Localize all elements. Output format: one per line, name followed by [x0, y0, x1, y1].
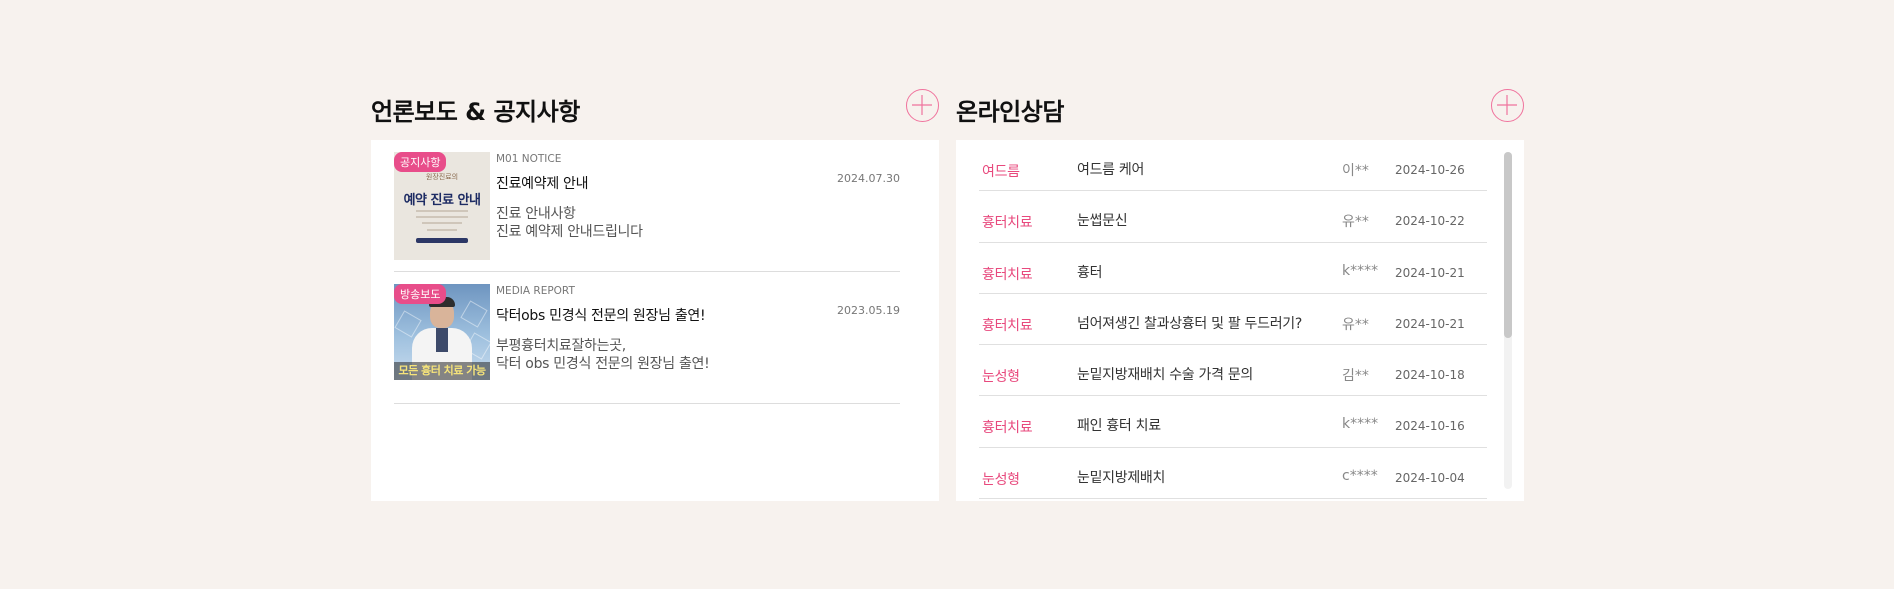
thumbnail-text-line [416, 210, 468, 212]
news-panel-body: 원장진료의 예약 진료 안내 공지사항 M01 NOTICE 2024.07.3… [371, 140, 939, 501]
news-description-line: 닥터 obs 민경식 전문의 원장님 출연! [496, 356, 710, 372]
news-thumbnail[interactable]: 원장진료의 예약 진료 안내 공지사항 [394, 152, 490, 260]
news-title[interactable]: 진료예약제 안내 [496, 173, 589, 193]
news-date: 2024.07.30 [837, 172, 900, 185]
news-description-line: 진료 예약제 안내드립니다 [496, 224, 643, 240]
consult-panel-body: 여드름 여드름 케어 이** 2024-10-26 흉터치료 눈썹문신 유** 2024-10… [956, 140, 1524, 501]
hexagon-decoration [460, 300, 488, 328]
consult-date: 2024-10-26 [1395, 163, 1465, 177]
consult-author: 김** [1342, 368, 1369, 385]
news-more-button[interactable] [906, 89, 939, 122]
thumbnail-text-line [422, 222, 462, 224]
consult-category: 눈성형 [982, 471, 1020, 488]
news-description: 진료 안내사항 진료 예약제 안내드립니다 [496, 205, 643, 241]
consult-date: 2024-10-04 [1395, 470, 1465, 485]
consult-date: 2024-10-18 [1395, 368, 1465, 383]
consult-title[interactable]: 눈밑지방제배치 [1077, 467, 1165, 487]
consult-category: 흉터치료 [982, 215, 1033, 232]
consult-panel: 온라인상담 여드름 여드름 케어 이** 2024-10-26 흉터치료 눈썹문신 유** 2… [956, 88, 1524, 501]
consult-row[interactable]: 눈성형 눈밑지방제배치 c**** 2024-10-04 [979, 448, 1487, 500]
consult-title[interactable]: 흉터 [1077, 262, 1102, 282]
consult-author: 이** [1342, 163, 1369, 179]
consult-row[interactable]: 흉터치료 흉터 k**** 2024-10-21 [979, 243, 1487, 294]
consult-date: 2024-10-21 [1395, 316, 1465, 331]
news-item-notice[interactable]: 원장진료의 예약 진료 안내 공지사항 M01 NOTICE 2024.07.3… [394, 152, 900, 272]
scrollbar-thumb[interactable] [1504, 152, 1512, 338]
consult-row[interactable]: 흉터치료 패인 흉터 치료 k**** 2024-10-16 [979, 396, 1487, 448]
consult-panel-title: 온라인상담 [956, 98, 1064, 126]
consult-more-button[interactable] [1491, 89, 1524, 122]
consult-title[interactable]: 눈썹문신 [1077, 210, 1128, 230]
news-badge: 공지사항 [394, 152, 447, 172]
thumbnail-text-line [427, 229, 457, 231]
consult-title[interactable]: 넘어져생긴 찰과상흉터 및 팔 두드러기? [1077, 313, 1302, 333]
consult-title[interactable]: 눈밑지방재배치 수술 가격 문의 [1077, 364, 1253, 384]
consult-row[interactable]: 흉터치료 넘어져생긴 찰과상흉터 및 팔 두드러기? 유** 2024-10-21 [979, 294, 1487, 346]
news-description-line: 진료 안내사항 [496, 206, 576, 222]
thumbnail-text-line [416, 216, 468, 218]
consult-row[interactable]: 흉터치료 눈썹문신 유** 2024-10-22 [979, 191, 1487, 243]
plus-icon [912, 95, 932, 115]
consult-author: k**** [1342, 262, 1379, 279]
consult-category: 흉터치료 [982, 317, 1033, 334]
plus-icon [1497, 95, 1517, 115]
thumbnail-caption: 모든 흉터 치료 가능 [394, 362, 490, 380]
news-badge: 방송보도 [394, 284, 447, 304]
news-category: M01 NOTICE [496, 153, 562, 165]
news-panel-header: 언론보도 & 공지사항 [371, 88, 939, 140]
consult-category: 여드름 [982, 164, 1020, 180]
news-panel-title: 언론보도 & 공지사항 [371, 98, 580, 126]
news-title[interactable]: 닥터obs 민경식 전문의 원장님 출연! [496, 305, 706, 325]
consult-author: 유** [1342, 214, 1369, 231]
thumbnail-title: 예약 진료 안내 [403, 193, 481, 208]
consult-author: 유** [1342, 316, 1369, 333]
consult-date: 2024-10-16 [1395, 419, 1465, 434]
consult-date: 2024-10-21 [1395, 265, 1465, 280]
consult-author: k**** [1342, 416, 1379, 433]
news-description-line: 부평흉터치료잘하는곳, [496, 338, 626, 354]
consult-category: 흉터치료 [982, 420, 1033, 437]
consult-row[interactable]: 눈성형 눈밑지방재배치 수술 가격 문의 김** 2024-10-18 [979, 345, 1487, 397]
consult-row[interactable]: 여드름 여드름 케어 이** 2024-10-26 [979, 140, 1487, 192]
news-list: 원장진료의 예약 진료 안내 공지사항 M01 NOTICE 2024.07.3… [394, 152, 900, 404]
news-date: 2023.05.19 [837, 304, 900, 317]
consult-panel-header: 온라인상담 [956, 88, 1524, 140]
news-item-media[interactable]: 모든 흉터 치료 가능 방송보도 MEDIA REPORT 2023.05.19… [394, 284, 900, 404]
consult-list: 여드름 여드름 케어 이** 2024-10-26 흉터치료 눈썹문신 유** 2024-10… [979, 140, 1487, 500]
news-description: 부평흉터치료잘하는곳, 닥터 obs 민경식 전문의 원장님 출연! [496, 337, 710, 373]
consult-category: 눈성형 [982, 369, 1020, 386]
consult-category: 흉터치료 [982, 266, 1033, 283]
thumbnail-bar [416, 238, 468, 243]
doctor-shirt [436, 328, 448, 352]
news-panel: 언론보도 & 공지사항 원장진료의 예약 진료 안내 공지사항 M01 NOTI… [371, 88, 939, 501]
consult-title[interactable]: 여드름 케어 [1077, 159, 1144, 179]
consult-author: c**** [1342, 467, 1378, 484]
consult-date: 2024-10-22 [1395, 214, 1465, 229]
consult-title[interactable]: 패인 흉터 치료 [1077, 415, 1161, 435]
news-category: MEDIA REPORT [496, 285, 575, 297]
thumbnail-subtitle: 원장진료의 [425, 173, 459, 181]
news-thumbnail[interactable]: 모든 흉터 치료 가능 방송보도 [394, 284, 490, 380]
